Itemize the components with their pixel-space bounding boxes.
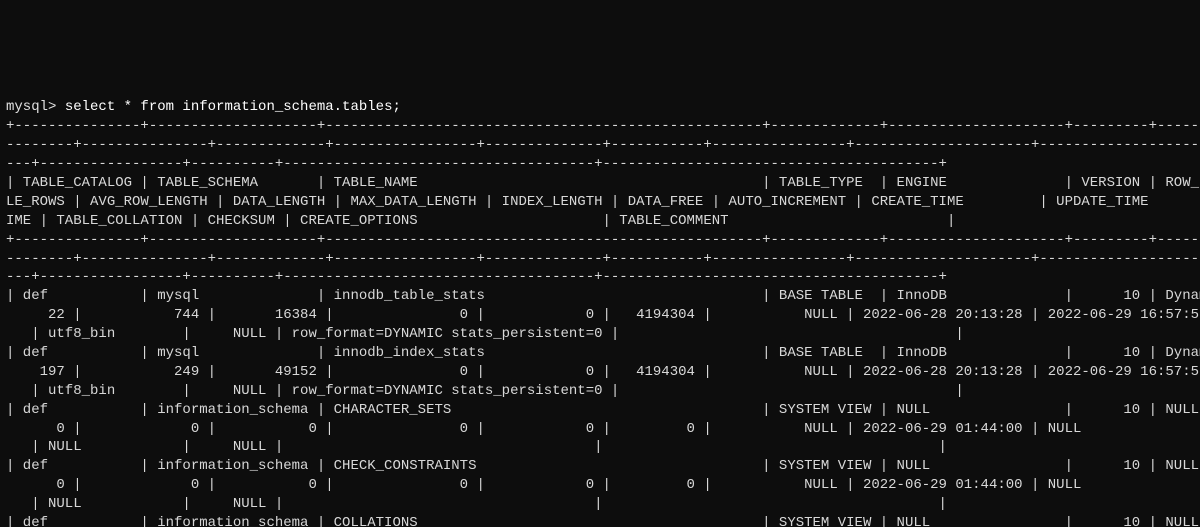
terminal[interactable]: mysql> select * from information_schema.… [0,94,1200,527]
result-header-sep2: +---------------+--------------------+--… [6,232,1200,286]
sql-query: select * from information_schema.tables; [65,99,401,115]
result-rows: | def | mysql | innodb_table_stats | BAS… [6,288,1200,527]
result-header-sep: +---------------+--------------------+--… [6,118,1200,172]
mysql-prompt: mysql> [6,99,65,115]
result-header: | TABLE_CATALOG | TABLE_SCHEMA | TABLE_N… [6,175,1200,229]
